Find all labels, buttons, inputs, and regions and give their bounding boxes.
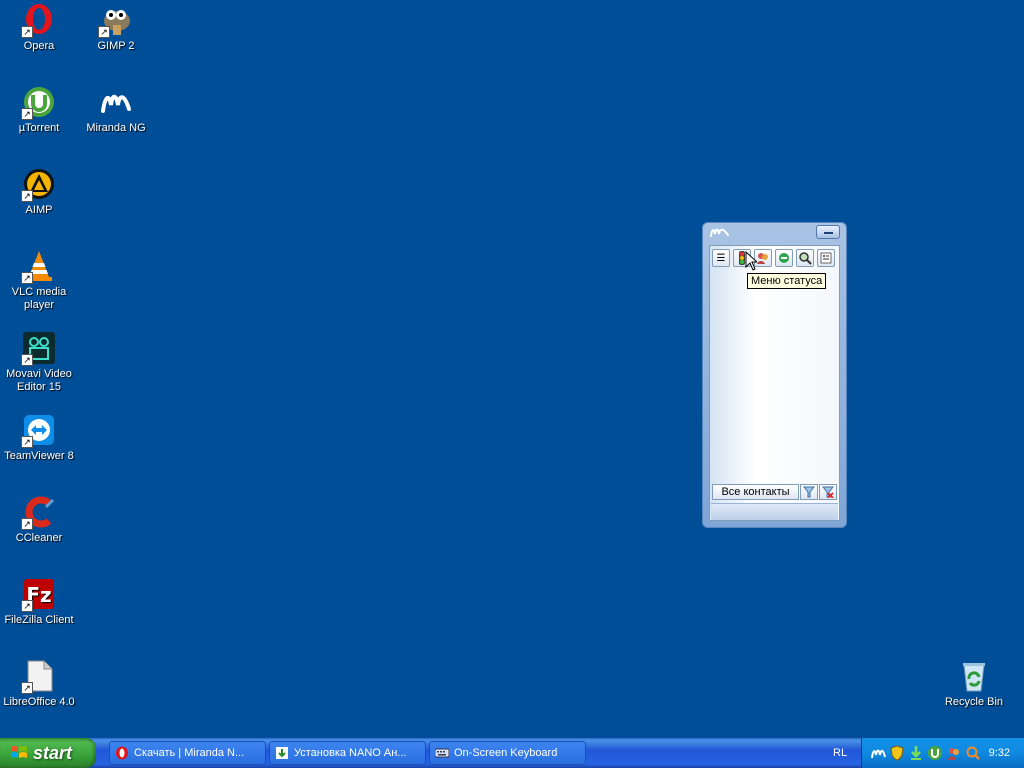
status-bar[interactable] — [711, 503, 838, 520]
shortcut-arrow-icon: ↗ — [21, 682, 33, 694]
gimp-icon: ↗ — [98, 3, 133, 38]
status-menu-tooltip: Меню статуса — [747, 273, 827, 289]
search-icon — [799, 252, 812, 265]
shortcut-arrow-icon: ↗ — [21, 272, 33, 284]
libreoffice-icon: ↗ — [21, 659, 56, 694]
desktop-icon-label: FileZilla Client — [4, 614, 74, 626]
ccleaner-icon: ↗ — [21, 495, 56, 530]
desktop-icon-teamviewer[interactable]: ↗ TeamViewer 8 — [0, 413, 78, 463]
taskbar-item-label: Установка NANO Ан... — [294, 747, 407, 759]
online-dot-icon — [779, 253, 789, 263]
window-titlebar[interactable] — [702, 222, 847, 244]
contact-list-panel: ☰ Меню статуса Все контакты — [709, 245, 840, 521]
taskbar-item-installer[interactable]: Установка NANO Ан... — [269, 741, 426, 765]
desktop-icon-label: LibreOffice 4.0 — [3, 696, 75, 708]
desktop-icon-gimp[interactable]: ↗ GIMP 2 — [77, 3, 155, 53]
clear-filter-button[interactable] — [819, 484, 837, 500]
desktop-icon-movavi[interactable]: ↗ Movavi Video Editor 15 — [0, 331, 78, 394]
desktop-icon-label: GIMP 2 — [97, 40, 135, 52]
taskbar: start Скачать | Miranda N... Установка N… — [0, 738, 1024, 768]
desktop-icon-libreoffice[interactable]: ↗ LibreOffice 4.0 — [0, 659, 78, 709]
desktop: ↗ Opera ↗ GIMP 2 ↗ µTorrent Miranda NG ↗… — [0, 0, 1024, 738]
find-contact-button[interactable] — [796, 249, 814, 267]
mouse-cursor-icon — [745, 251, 757, 271]
installer-icon — [276, 747, 288, 759]
taskbar-item-on-screen-keyboard[interactable]: On-Screen Keyboard — [429, 741, 586, 765]
vlc-cone-icon: ↗ — [21, 249, 56, 284]
shortcut-arrow-icon: ↗ — [21, 26, 33, 38]
shortcut-arrow-icon: ↗ — [21, 108, 33, 120]
desktop-icon-recycle-bin[interactable]: Recycle Bin — [935, 659, 1013, 709]
desktop-icon-label: µTorrent — [18, 122, 60, 134]
filter-button[interactable] — [800, 484, 818, 500]
miranda-icon — [99, 85, 133, 119]
desktop-icon-label: TeamViewer 8 — [4, 450, 74, 462]
desktop-icon-opera[interactable]: ↗ Opera — [0, 3, 78, 53]
miranda-logo-icon — [710, 228, 729, 237]
system-tray: 9:32 — [861, 738, 1024, 768]
minimize-button[interactable] — [816, 225, 840, 239]
aimp-icon: ↗ — [21, 167, 56, 202]
desktop-icon-miranda-ng[interactable]: Miranda NG — [77, 85, 155, 135]
online-status-button[interactable] — [775, 249, 793, 267]
utorrent-tray-icon[interactable] — [927, 745, 943, 761]
teamviewer-icon: ↗ — [21, 413, 56, 448]
taskbar-item-label: Скачать | Miranda N... — [134, 747, 245, 759]
desktop-icon-utorrent[interactable]: ↗ µTorrent — [0, 85, 78, 135]
funnel-icon — [803, 486, 815, 498]
all-contacts-button[interactable]: Все контакты — [712, 484, 799, 500]
taskbar-item-label: On-Screen Keyboard — [454, 747, 558, 759]
shortcut-arrow-icon: ↗ — [21, 600, 33, 612]
desktop-icon-label: Miranda NG — [86, 122, 146, 134]
desktop-icon-label: Movavi Video Editor 15 — [6, 368, 72, 393]
users-tray-icon[interactable] — [946, 745, 962, 761]
shortcut-arrow-icon: ↗ — [98, 26, 110, 38]
desktop-icon-label: VLC media player — [11, 286, 67, 311]
utorrent-icon: ↗ — [21, 85, 56, 120]
search-tray-icon[interactable] — [965, 745, 981, 761]
desktop-icon-filezilla[interactable]: Fz ↗ FileZilla Client — [0, 577, 78, 627]
miranda-contact-list-window[interactable]: ☰ Меню статуса Все контакты — [702, 222, 847, 528]
main-menu-button[interactable]: ☰ — [712, 249, 730, 267]
shortcut-arrow-icon: ↗ — [21, 190, 33, 202]
start-label: start — [33, 743, 73, 763]
windows-logo-icon — [11, 746, 27, 758]
movavi-icon: ↗ — [21, 331, 56, 366]
start-button[interactable]: start — [0, 738, 96, 768]
desktop-icon-aimp[interactable]: ↗ AIMP — [0, 167, 78, 217]
opera-icon — [116, 746, 128, 760]
shield-icon[interactable] — [889, 745, 905, 761]
users-icon — [757, 253, 768, 264]
menu-icon: ☰ — [716, 252, 726, 264]
opera-icon: ↗ — [21, 3, 56, 38]
language-indicator[interactable]: RL — [833, 738, 847, 768]
clock[interactable]: 9:32 — [989, 738, 1010, 768]
desktop-icon-label: Opera — [23, 40, 55, 52]
desktop-icon-vlc[interactable]: ↗ VLC media player — [0, 249, 78, 312]
desktop-icon-ccleaner[interactable]: ↗ CCleaner — [0, 495, 78, 545]
desktop-icon-label: AIMP — [25, 204, 53, 216]
options-button[interactable] — [817, 249, 835, 267]
desktop-icon-label: CCleaner — [15, 532, 63, 544]
toolbar: ☰ — [712, 249, 835, 267]
taskbar-item-opera[interactable]: Скачать | Miranda N... — [109, 741, 266, 765]
shortcut-arrow-icon: ↗ — [21, 518, 33, 530]
recycle-bin-icon — [957, 659, 991, 693]
group-filter-bar: Все контакты — [712, 484, 837, 500]
desktop-icon-label: Recycle Bin — [944, 696, 1004, 708]
funnel-clear-icon — [822, 486, 834, 498]
options-icon — [820, 252, 832, 264]
download-tray-icon[interactable] — [908, 745, 924, 761]
filezilla-icon: Fz ↗ — [21, 577, 56, 612]
keyboard-icon — [435, 748, 449, 758]
shortcut-arrow-icon: ↗ — [21, 354, 33, 366]
miranda-tray-icon[interactable] — [870, 745, 886, 761]
shortcut-arrow-icon: ↗ — [21, 436, 33, 448]
